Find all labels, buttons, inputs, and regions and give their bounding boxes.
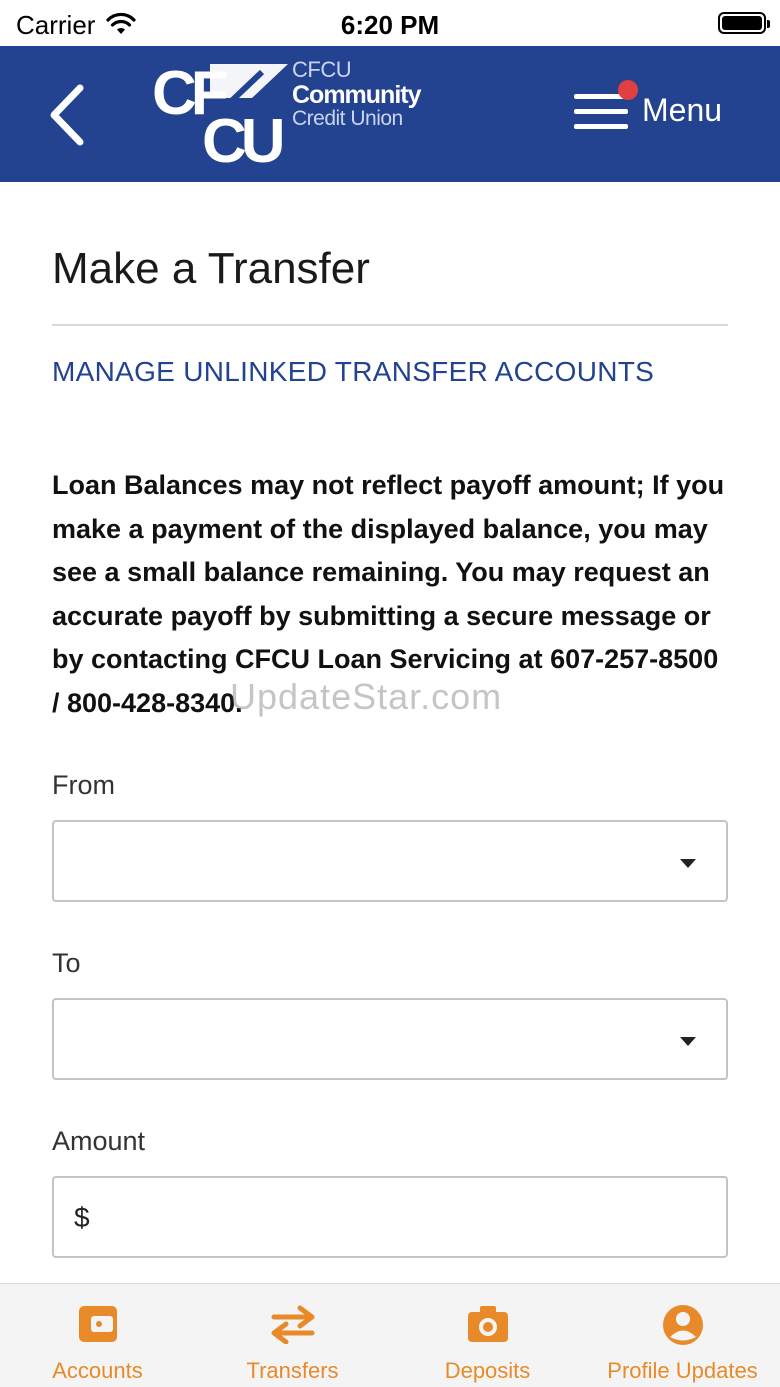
- wallet-icon: [78, 1306, 117, 1342]
- status-bar: Carrier 6:20 PM: [0, 0, 780, 46]
- menu-label: Menu: [642, 92, 723, 128]
- logo-line-cfcu: CFCU: [292, 57, 352, 82]
- status-time: 6:20 PM: [340, 10, 440, 40]
- transfer-arrows-icon: [271, 1305, 314, 1344]
- tab-transfers[interactable]: Transfers: [195, 1284, 390, 1387]
- tab-deposits[interactable]: Deposits: [390, 1284, 585, 1387]
- tab-transfers-label: Transfers: [246, 1358, 339, 1383]
- tab-profile-updates[interactable]: Profile Updates: [585, 1284, 780, 1387]
- hamburger-icon: [574, 94, 628, 130]
- from-label: From: [52, 770, 115, 800]
- logo-line-community: Community: [292, 81, 421, 109]
- cfcu-logo-mark: CF CU: [152, 59, 288, 166]
- title-divider: [52, 324, 728, 326]
- amount-label: Amount: [52, 1126, 146, 1156]
- bottom-tab-bar: Accounts Transfers Deposits Profile Upda…: [0, 1283, 780, 1387]
- camera-icon: [467, 1306, 508, 1342]
- caret-down-icon: [680, 859, 696, 868]
- page-title: Make a Transfer: [52, 244, 370, 293]
- from-select[interactable]: [52, 820, 728, 902]
- caret-down-icon: [680, 1037, 696, 1046]
- svg-text:CU: CU: [202, 107, 282, 166]
- manage-unlinked-accounts-link[interactable]: MANAGE UNLINKED TRANSFER ACCOUNTS: [52, 356, 654, 388]
- amount-field[interactable]: $: [52, 1176, 728, 1258]
- profile-icon: [662, 1305, 703, 1345]
- logo-text: CFCU Community Credit Union: [292, 58, 421, 130]
- loan-balance-notice: Loan Balances may not reflect payoff amo…: [52, 470, 725, 718]
- menu-button[interactable]: Menu: [574, 80, 744, 146]
- battery-icon: [718, 12, 770, 34]
- to-label: To: [52, 948, 81, 978]
- back-button[interactable]: [40, 80, 100, 150]
- logo-line-credit-union: Credit Union: [292, 107, 403, 130]
- tab-accounts[interactable]: Accounts: [0, 1284, 195, 1387]
- tab-deposits-label: Deposits: [444, 1358, 531, 1383]
- cfcu-logo[interactable]: CF CU CFCU Community Credit Union: [152, 58, 422, 168]
- to-select[interactable]: [52, 998, 728, 1080]
- amount-input[interactable]: [102, 1188, 702, 1248]
- notification-dot: [618, 80, 638, 100]
- tab-profile-updates-label: Profile Updates: [607, 1358, 758, 1383]
- currency-prefix: $: [74, 1202, 90, 1233]
- app-header: CF CU CFCU Community Credit Union Menu: [0, 46, 780, 182]
- tab-accounts-label: Accounts: [52, 1358, 143, 1383]
- chevron-left-icon: [50, 84, 84, 146]
